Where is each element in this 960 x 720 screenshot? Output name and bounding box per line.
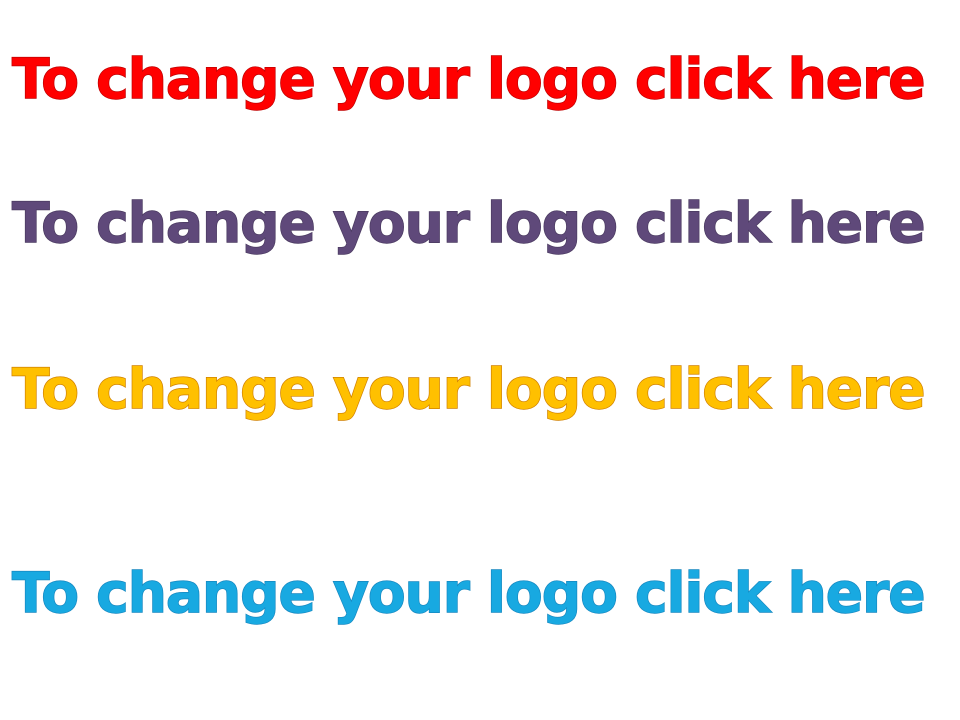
- change-logo-link-blue[interactable]: To change your logo click here: [11, 565, 952, 621]
- change-logo-link-yellow[interactable]: To change your logo click here: [11, 361, 952, 417]
- change-logo-link-purple[interactable]: To change your logo click here: [11, 195, 952, 251]
- change-logo-link-red[interactable]: To change your logo click here: [11, 51, 952, 107]
